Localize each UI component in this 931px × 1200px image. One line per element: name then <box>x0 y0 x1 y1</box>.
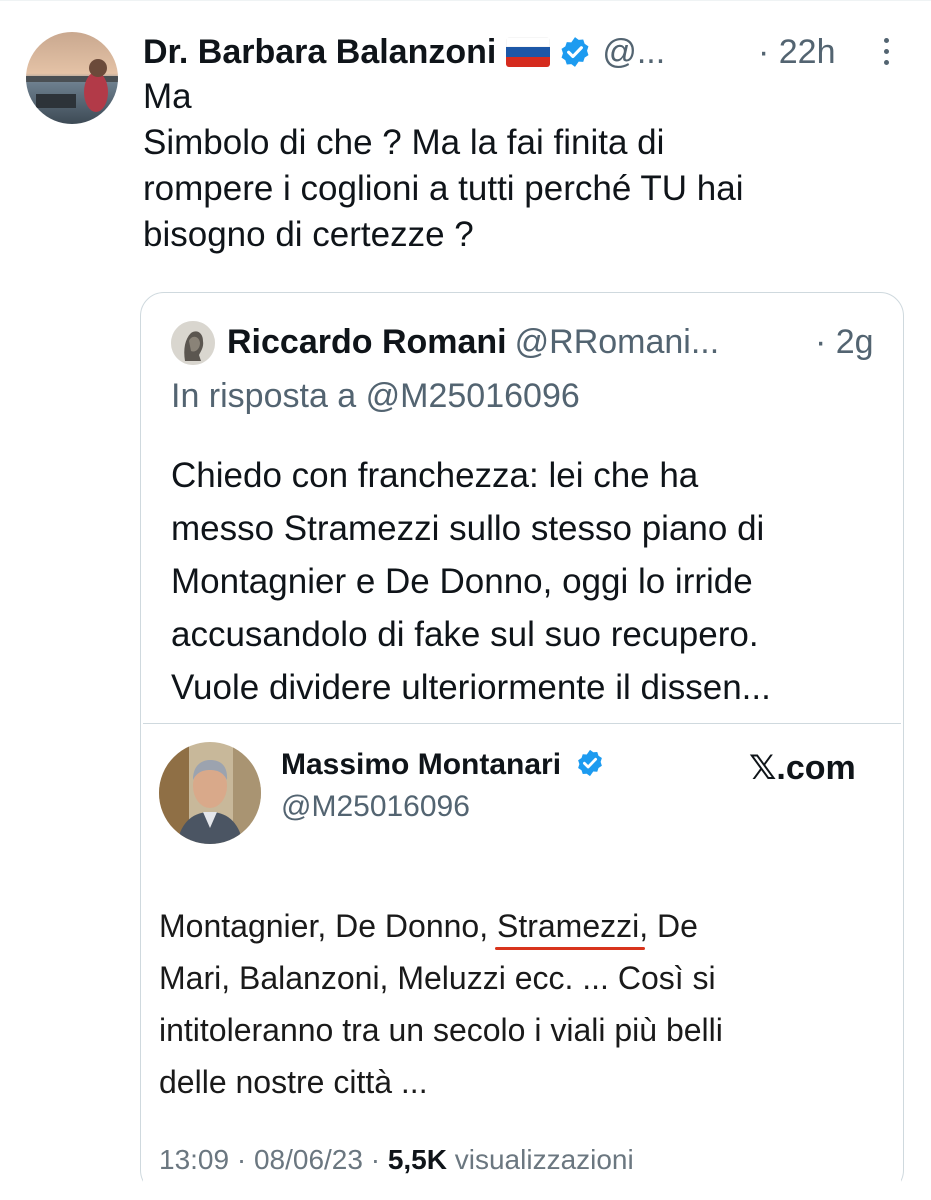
reply-to-label: In risposta a @M25016096 <box>171 377 580 415</box>
embedded-text-line: Montagnier, De Donno, Stramezzi, De <box>159 900 889 952</box>
quoted-time: · 2g <box>815 323 874 361</box>
verified-badge-icon <box>575 748 605 778</box>
embedded-author-name: Massimo Montanari <box>281 748 605 782</box>
quoted-author-handle[interactable]: @RRomani... <box>515 323 720 361</box>
author-avatar[interactable] <box>26 32 118 124</box>
embedded-author-avatar <box>159 742 261 844</box>
embedded-meta: 13:09 · 08/06/23 · 5,5K visualizzazioni <box>159 1144 634 1176</box>
tweet-text-line: Simbolo di che ? Ma la fai finita di <box>143 123 665 162</box>
quoted-text-line: Vuole dividere ulteriormente il dissen..… <box>171 668 771 707</box>
embedded-text-segment: , De <box>639 908 698 944</box>
author-handle[interactable]: @... <box>602 33 665 72</box>
verified-badge-icon <box>558 35 592 69</box>
tweet-text: Ma Simbolo di che ? Ma la fai finita di … <box>143 74 883 258</box>
embedded-text-segment: Montagnier, De Donno, <box>159 908 497 944</box>
author-name[interactable]: Dr. Barbara Balanzoni <box>143 33 496 72</box>
quoted-author-avatar[interactable] <box>171 321 215 365</box>
views-count: 5,5K <box>387 1144 447 1175</box>
views-label: visualizzazioni <box>446 1144 634 1175</box>
x-com-logo: 𝕏.com <box>749 749 856 787</box>
tweet-text-line: Ma <box>143 77 192 116</box>
underlined-name: Stramezzi <box>494 900 646 952</box>
embedded-text: Montagnier, De Donno, Stramezzi, De Mari… <box>159 900 889 1108</box>
quoted-author-name[interactable]: Riccardo Romani <box>227 323 507 361</box>
more-options-icon[interactable] <box>877 34 895 74</box>
quoted-text-line: accusandolo di fake sul suo recupero. <box>171 615 759 654</box>
embedded-text-line: intitoleranno tra un secolo i viali più … <box>159 1012 723 1048</box>
quoted-text-line: Montagnier e De Donno, oggi lo irride <box>171 562 753 601</box>
quoted-text-line: messo Stramezzi sullo stesso piano di <box>171 509 765 548</box>
embedded-author-name-text: Massimo Montanari <box>281 748 562 781</box>
tweet-text-line: rompere i coglioni a tutti perché TU hai <box>143 169 744 208</box>
quoted-tweet-card[interactable]: Riccardo Romani @RRomani... · 2g In rispo… <box>140 292 904 1194</box>
quoted-header: Riccardo Romani @RRomani... <box>227 319 719 365</box>
embedded-author-handle: @M25016096 <box>281 790 470 823</box>
tweet-text-line: bisogno di certezze ? <box>143 215 474 254</box>
quoted-text-line: Chiedo con franchezza: lei che ha <box>171 456 699 495</box>
top-divider <box>0 0 931 7</box>
russian-flag-icon <box>506 37 551 67</box>
embedded-text-line: delle nostre città ... <box>159 1064 428 1100</box>
tweet-time[interactable]: · 22h <box>758 30 836 74</box>
embedded-text-line: Mari, Balanzoni, Meluzzi ecc. ... Così s… <box>159 960 716 996</box>
embedded-screenshot[interactable]: Massimo Montanari @M25016096 𝕏.com Monta… <box>143 723 901 1194</box>
embedded-timestamp: 13:09 · 08/06/23 · <box>159 1144 388 1175</box>
quoted-text: Chiedo con franchezza: lei che ha messo … <box>171 449 891 714</box>
